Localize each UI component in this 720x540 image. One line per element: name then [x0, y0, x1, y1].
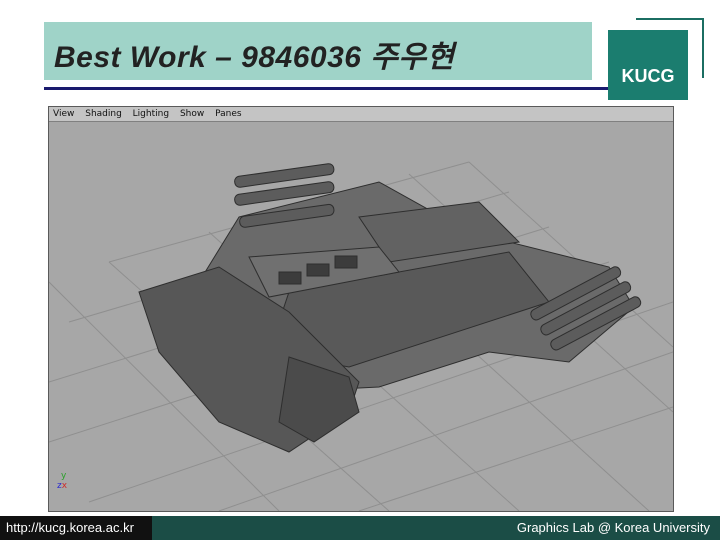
viewport-menubar: View Shading Lighting Show Panes [49, 107, 673, 122]
menu-lighting[interactable]: Lighting [133, 109, 169, 119]
menu-panes[interactable]: Panes [215, 109, 241, 119]
viewport-scene [49, 122, 673, 511]
title-divider [44, 87, 688, 90]
menu-show[interactable]: Show [180, 109, 204, 119]
axis-indicator-zx: zx [57, 481, 67, 491]
title-bar: Best Work – 9846036 주우현 [44, 22, 592, 80]
logo-text: KUCG [621, 66, 675, 86]
menu-shading[interactable]: Shading [85, 109, 122, 119]
slide-title: Best Work – 9846036 주우현 [54, 41, 455, 74]
maya-viewport[interactable]: View Shading Lighting Show Panes y zx [48, 106, 674, 512]
menu-view[interactable]: View [53, 109, 74, 119]
footer-credit: Graphics Lab @ Korea University [516, 520, 710, 535]
footer-bar: http://kucg.korea.ac.kr Graphics Lab @ K… [0, 516, 720, 540]
kucg-logo: KUCG [608, 30, 688, 100]
axis-x-label: x [61, 481, 68, 491]
axis-indicator-y: y [61, 471, 67, 481]
footer-url[interactable]: http://kucg.korea.ac.kr [0, 516, 152, 540]
